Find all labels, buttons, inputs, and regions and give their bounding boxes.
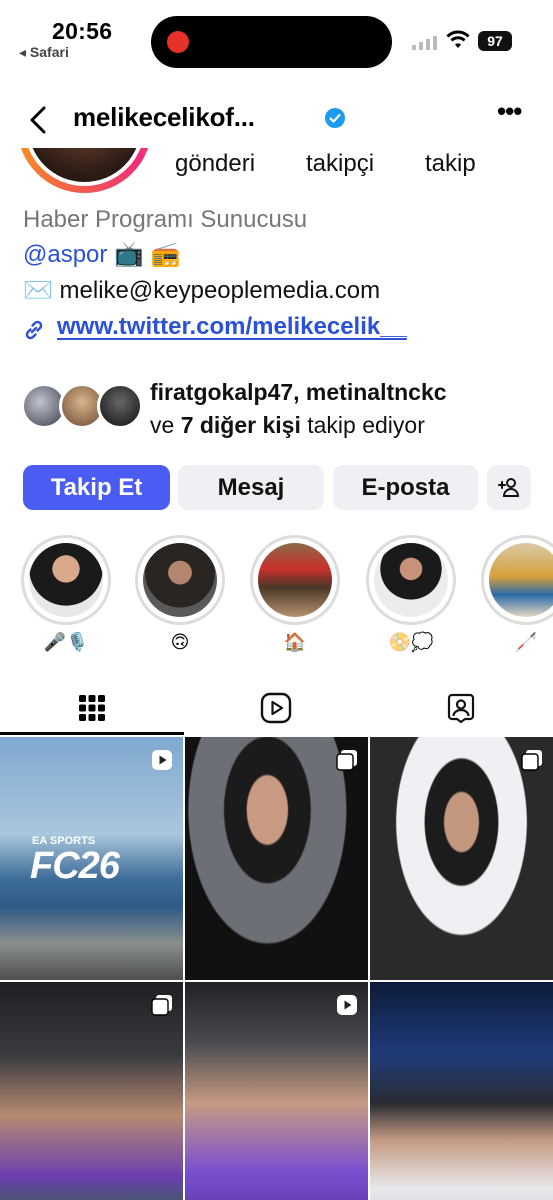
followed-by-names: firatgokalp47, metinaltnckc [150, 379, 447, 405]
wifi-icon [446, 30, 470, 48]
post-thumbnail[interactable] [0, 982, 183, 1200]
bio-email: ✉️ melike@keypeoplemedia.com [23, 277, 381, 304]
followed-by-text[interactable]: firatgokalp47, metinaltnckc ve 7 diğer k… [150, 376, 447, 442]
carousel-badge-icon [151, 995, 172, 1016]
suggested-users-button[interactable] [487, 465, 531, 510]
back-arrow-icon[interactable] [22, 102, 56, 138]
posts-count-label[interactable]: gönderi [175, 150, 255, 178]
highlight-item[interactable]: 🏠 [250, 535, 340, 656]
highlight-label: 🎤🎙️ [43, 632, 89, 652]
carousel-badge-icon [521, 750, 542, 771]
external-link[interactable]: www.twitter.com/melikecelik__ [57, 313, 407, 341]
highlight-item[interactable]: 📀💭 [366, 535, 456, 656]
tagged-icon [447, 693, 475, 724]
story-ring [17, 148, 152, 193]
reel-badge-icon [152, 750, 172, 770]
highlight-cover [374, 543, 448, 617]
carousel-badge-icon [336, 750, 357, 771]
followers-count-label[interactable]: takipçi [306, 150, 374, 178]
following-count-label[interactable]: takip [425, 150, 476, 178]
followed-by-others: 7 diğer kişi [180, 412, 301, 438]
active-tab-indicator [0, 732, 184, 735]
post-thumbnail[interactable] [370, 982, 553, 1200]
battery-indicator: 97 [478, 31, 512, 51]
verified-badge-icon [325, 108, 345, 128]
reels-icon [260, 692, 292, 724]
highlight-cover [29, 543, 103, 617]
post-thumbnail[interactable] [185, 982, 368, 1200]
highlight-label: 🙃 [170, 632, 190, 652]
mutual-followers-avatars[interactable] [21, 383, 143, 429]
avatar-image [28, 148, 141, 182]
highlight-cover [489, 543, 553, 617]
grid-icon [79, 695, 105, 721]
profile-username: melikecelikof... [73, 102, 255, 132]
highlight-label: 🦯 [514, 632, 538, 652]
dynamic-island [151, 16, 392, 68]
mutual-avatar [97, 383, 143, 429]
recording-indicator [167, 31, 189, 53]
more-options-icon[interactable]: ••• [497, 98, 531, 130]
highlight-label: 📀💭 [388, 632, 434, 652]
add-person-icon [498, 478, 520, 497]
status-bar: 20:56 ◂ Safari 97 [0, 0, 553, 70]
back-to-safari[interactable]: ◂ Safari [19, 44, 69, 61]
email-button[interactable]: E-posta [333, 465, 478, 510]
post-overlay-text: FC26 [30, 845, 120, 887]
message-button[interactable]: Mesaj [178, 465, 324, 510]
highlight-cover [258, 543, 332, 617]
highlight-item[interactable]: 🎤🎙️ [21, 535, 111, 656]
tab-posts[interactable] [0, 680, 184, 736]
highlight-label: 🏠 [283, 632, 307, 652]
tab-tagged[interactable] [369, 680, 553, 736]
highlight-item[interactable]: 🙃 [135, 535, 225, 656]
highlight-item[interactable]: 🦯 [481, 535, 553, 656]
link-icon [25, 320, 43, 340]
reel-badge-icon [337, 995, 357, 1015]
post-thumbnail[interactable] [370, 737, 553, 980]
signal-icon [412, 36, 437, 50]
profile-header: melikecelikof... ••• [0, 92, 553, 148]
profile-category: Haber Programı Sunucusu [23, 206, 308, 233]
tab-reels[interactable] [184, 680, 368, 736]
clock: 20:56 [52, 18, 113, 44]
profile-avatar[interactable] [17, 148, 152, 196]
follow-button[interactable]: Takip Et [23, 465, 170, 510]
profile-tabs [0, 680, 553, 736]
bio-mention-link[interactable]: @aspor 📺 📻 [23, 240, 181, 269]
post-thumbnail[interactable] [185, 737, 368, 980]
highlight-cover [143, 543, 217, 617]
post-thumbnail[interactable]: EA SPORTS FC26 [0, 737, 183, 980]
